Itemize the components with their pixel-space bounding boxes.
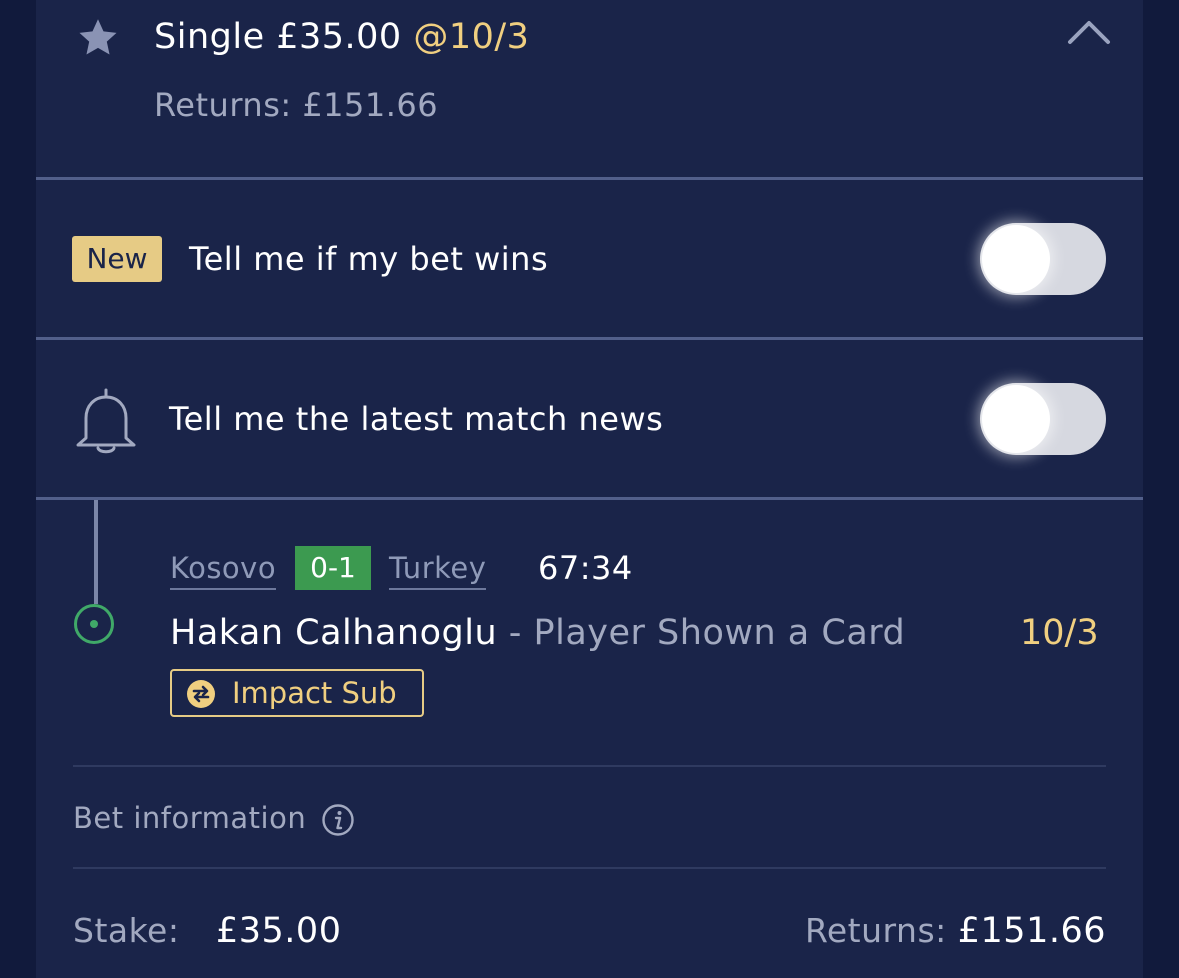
section-divider — [36, 497, 1143, 500]
section-divider — [36, 337, 1143, 340]
market-name: - Player Shown a Card — [497, 613, 906, 653]
swap-icon — [187, 680, 215, 708]
away-team-link[interactable]: Turkey — [389, 548, 487, 590]
score-badge: 0-1 — [295, 546, 371, 590]
selection-name: Hakan Calhanoglu - Player Shown a Card — [170, 610, 905, 656]
bet-type-stake: Single £35.00 — [154, 17, 402, 57]
footer-returns: Returns: £151.66 — [805, 908, 1106, 954]
toggle-knob — [982, 225, 1050, 293]
returns-value: £151.66 — [957, 911, 1106, 951]
returns-label: Returns: — [804, 911, 947, 950]
info-icon[interactable] — [321, 803, 355, 837]
star-icon[interactable] — [74, 16, 122, 60]
impact-sub-badge[interactable]: Impact Sub — [170, 669, 424, 717]
notify-news-label: Tell me the latest match news — [169, 400, 664, 438]
toggle-knob — [982, 385, 1050, 453]
selection-status-dot — [74, 604, 114, 644]
home-team-link[interactable]: Kosovo — [170, 548, 277, 590]
bell-icon — [76, 388, 136, 454]
new-badge: New — [72, 236, 162, 282]
bet-odds: @10/3 — [413, 17, 530, 57]
bet-title: Single £35.00 @10/3 — [154, 14, 529, 60]
stake-label: Stake: — [73, 911, 180, 950]
bet-information-label[interactable]: Bet information — [73, 798, 306, 838]
section-divider — [73, 765, 1106, 767]
selection-odds: 10/3 — [1020, 613, 1099, 653]
notify-win-label: Tell me if my bet wins — [189, 240, 549, 278]
player-name: Hakan Calhanoglu — [170, 613, 498, 653]
section-divider — [73, 867, 1106, 869]
match-clock: 67:34 — [538, 549, 633, 587]
timeline-line — [94, 500, 98, 604]
stake-value: £35.00 — [216, 911, 342, 951]
section-divider — [36, 177, 1143, 180]
chevron-up-icon[interactable] — [1064, 14, 1114, 48]
notify-win-toggle[interactable] — [980, 223, 1106, 295]
notify-news-toggle[interactable] — [980, 383, 1106, 455]
impact-sub-label: Impact Sub — [232, 676, 397, 710]
bet-card: Single £35.00 @10/3 Returns: £151.66 New… — [36, 0, 1143, 978]
potential-returns: Returns: £151.66 — [154, 86, 439, 124]
